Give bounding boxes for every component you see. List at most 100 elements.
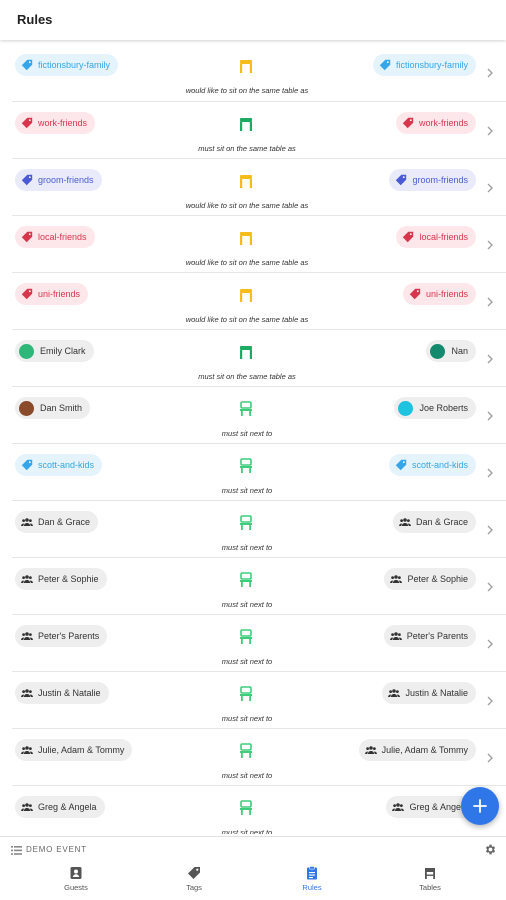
nav-rules[interactable]: Rules — [282, 866, 342, 898]
tag-chip-left[interactable]: uni-friends — [15, 283, 89, 305]
event-name: DEMO EVENT — [26, 845, 87, 854]
tag-icon — [21, 174, 33, 186]
group-chip-left[interactable]: Greg & Angela — [15, 796, 105, 818]
nav-tags[interactable]: Tags — [164, 866, 224, 898]
guest-chip-left[interactable]: Dan Smith — [15, 397, 91, 419]
add-rule-button[interactable] — [461, 787, 499, 825]
chip-label: Justin & Natalie — [38, 688, 101, 698]
group-chip-right[interactable]: Justin & Natalie — [382, 682, 476, 704]
tag-icon — [403, 231, 414, 243]
group-chip-left[interactable]: Peter's Parents — [15, 625, 108, 647]
rule-row[interactable]: Dan Smith Joe Roberts must sit next to — [12, 386, 506, 443]
rules-list[interactable]: fictionsbury-family fictionsbury-family wo… — [0, 44, 506, 834]
chevron-right-icon — [487, 696, 493, 706]
tag-chip-right[interactable]: fictionsbury-family — [372, 54, 476, 76]
seat-next-to-icon — [240, 629, 252, 644]
chevron-right-icon — [487, 639, 493, 649]
group-chip-right[interactable]: Peter & Sophie — [384, 568, 476, 590]
group-chip-right[interactable]: Peter's Parents — [383, 625, 476, 647]
rule-row[interactable]: Emily Clark Nan must sit on the same table… — [12, 329, 506, 386]
chevron-right-icon — [487, 68, 493, 78]
bottom-navigation: Guests Tags Rules Tables — [0, 862, 506, 900]
rule-relation: must sit next to — [221, 657, 273, 666]
tag-icon — [21, 59, 33, 71]
event-bar[interactable]: DEMO EVENT — [0, 836, 506, 862]
chip-label: groom-friends — [38, 175, 94, 185]
rule-row[interactable]: uni-friends uni-friends would like to sit … — [12, 272, 506, 329]
tag-chip-left[interactable]: fictionsbury-family — [15, 54, 119, 76]
nav-guests[interactable]: Guests — [46, 866, 106, 898]
chip-label: uni-friends — [38, 289, 81, 299]
tag-chip-right[interactable]: local-friends — [396, 226, 476, 248]
tag-chip-right[interactable]: uni-friends — [402, 283, 476, 305]
rule-relation: must sit next to — [221, 714, 273, 723]
guest-chip-right[interactable]: Nan — [426, 340, 476, 362]
seat-preferred-icon — [240, 175, 252, 188]
chevron-right-icon — [487, 240, 493, 250]
group-chip-left[interactable]: Dan & Grace — [15, 511, 99, 533]
chip-label: Peter's Parents — [406, 631, 468, 641]
guests-icon — [70, 867, 82, 879]
rule-relation: must sit on the same table as — [198, 372, 296, 381]
table-icon — [425, 868, 435, 879]
nav-tags-label: Tags — [186, 883, 202, 892]
rule-row[interactable]: Justin & Natalie Justin & Natalie must sit… — [12, 671, 506, 728]
group-chip-right[interactable]: Dan & Grace — [392, 511, 476, 533]
tag-icon — [395, 459, 407, 471]
seat-next-to-icon — [240, 515, 252, 530]
seat-next-to-icon — [240, 458, 252, 473]
group-chip-left[interactable]: Justin & Natalie — [15, 682, 109, 704]
plus-icon — [473, 799, 487, 813]
chip-label: fictionsbury-family — [395, 60, 468, 70]
rule-relation: must sit on the same table as — [198, 144, 296, 153]
rule-row[interactable]: fictionsbury-family fictionsbury-family wo… — [12, 44, 506, 101]
rule-row[interactable]: groom-friends groom-friends would like to … — [12, 158, 506, 215]
tag-icon — [409, 288, 421, 300]
rule-row[interactable]: Greg & Angela Greg & Angela must sit next … — [12, 785, 506, 834]
rule-row[interactable]: work-friends work-friends must sit on the … — [12, 101, 506, 158]
seat-preferred-icon — [240, 232, 252, 245]
nav-guests-label: Guests — [64, 883, 88, 892]
group-icon — [21, 518, 33, 526]
tag-chip-left[interactable]: work-friends — [15, 112, 96, 134]
rule-row[interactable]: local-friends local-friends would like to … — [12, 215, 506, 272]
tag-chip-left[interactable]: groom-friends — [15, 169, 102, 191]
chip-label: local-friends — [419, 232, 468, 242]
tag-chip-right[interactable]: scott-and-kids — [388, 454, 476, 476]
group-icon — [388, 689, 401, 697]
tag-icon — [402, 117, 414, 129]
seat-next-to-icon — [240, 401, 252, 416]
chip-label: work-friends — [38, 118, 88, 128]
avatar — [19, 400, 34, 416]
group-icon — [21, 689, 33, 697]
chip-label: Julie, Adam & Tommy — [381, 745, 468, 755]
group-chip-left[interactable]: Peter & Sophie — [15, 568, 107, 590]
chip-label: Nan — [451, 346, 468, 356]
group-chip-right[interactable]: Julie, Adam & Tommy — [358, 739, 476, 761]
rule-relation: must sit next to — [221, 543, 273, 552]
chip-label: Dan Smith — [40, 403, 83, 413]
tag-chip-left[interactable]: local-friends — [15, 226, 95, 248]
rule-row[interactable]: Peter & Sophie Peter & Sophie must sit nex… — [12, 557, 506, 614]
seat-next-to-icon — [240, 800, 252, 815]
tag-chip-right[interactable]: groom-friends — [389, 169, 476, 191]
rule-relation: would like to sit on the same table as — [185, 315, 309, 324]
tag-chip-right[interactable]: work-friends — [395, 112, 476, 134]
chip-label: Greg & Angela — [38, 802, 97, 812]
nav-tables[interactable]: Tables — [400, 866, 460, 898]
rule-row[interactable]: Julie, Adam & Tommy Julie, Adam & Tommy mu… — [12, 728, 506, 785]
rule-row[interactable]: scott-and-kids scott-and-kids must sit nex… — [12, 443, 506, 500]
rule-row[interactable]: Peter's Parents Peter's Parents must sit n… — [12, 614, 506, 671]
chip-label: local-friends — [38, 232, 87, 242]
guest-chip-left[interactable]: Emily Clark — [15, 340, 94, 362]
gear-icon[interactable] — [484, 843, 497, 856]
seat-preferred-icon — [240, 289, 252, 302]
rule-row[interactable]: Dan & Grace Dan & Grace must sit next to — [12, 500, 506, 557]
guest-chip-right[interactable]: Joe Roberts — [394, 397, 476, 419]
avatar — [19, 343, 34, 359]
tag-icon — [21, 288, 33, 300]
group-chip-left[interactable]: Julie, Adam & Tommy — [15, 739, 133, 761]
nav-rules-label: Rules — [302, 883, 322, 892]
tag-chip-left[interactable]: scott-and-kids — [15, 454, 103, 476]
rule-relation: would like to sit on the same table as — [185, 258, 309, 267]
